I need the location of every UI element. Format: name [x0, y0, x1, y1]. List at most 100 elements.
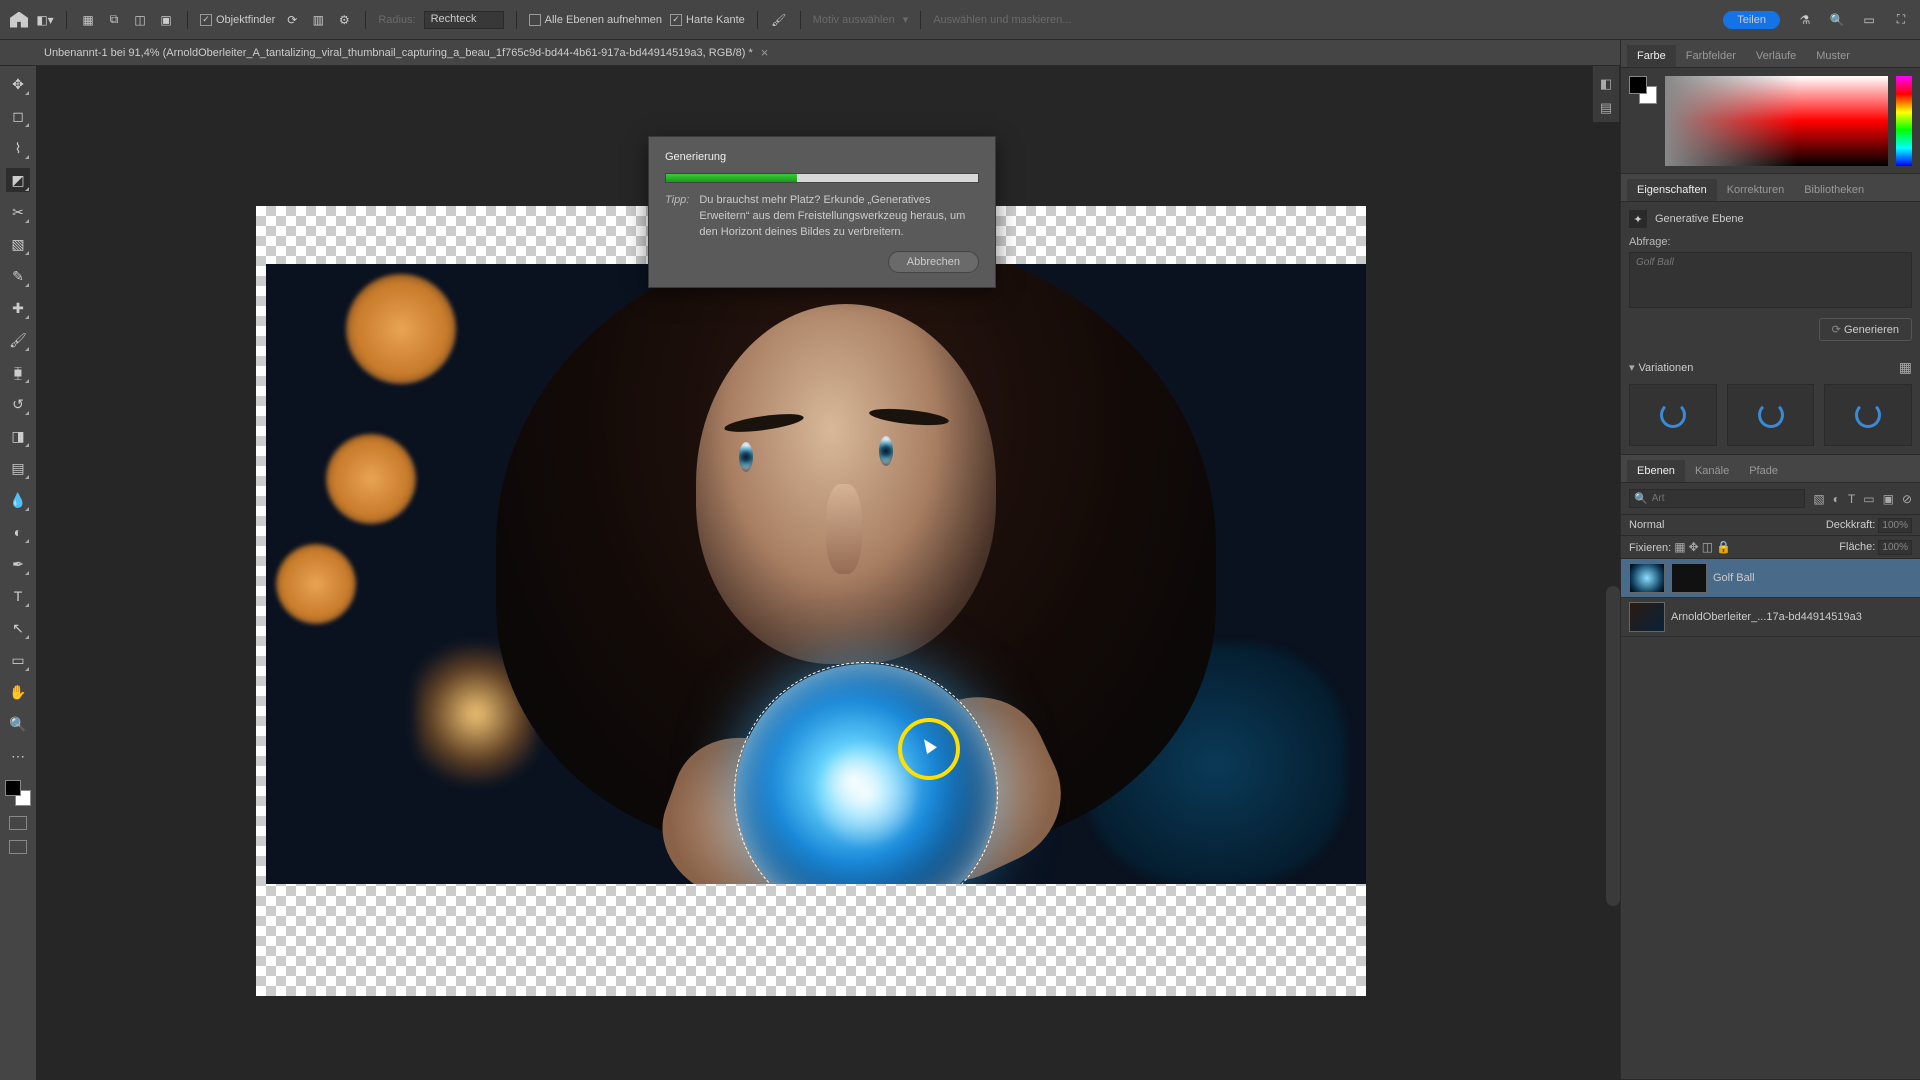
home-icon[interactable] [10, 12, 28, 28]
lock-all-icon[interactable]: 🔒 [1716, 540, 1731, 554]
pen-tool-icon[interactable]: ✒ [6, 552, 30, 576]
harte-kante-toggle[interactable]: Harte Kante [670, 14, 745, 26]
screenmode-icon[interactable]: ⛶ [1892, 11, 1910, 29]
layer-name[interactable]: Golf Ball [1713, 572, 1912, 584]
crop-tool-icon[interactable]: ✂ [6, 200, 30, 224]
type-tool-icon[interactable]: T [6, 584, 30, 608]
prompt-textarea[interactable]: Golf Ball [1629, 252, 1912, 308]
path-select-icon[interactable]: ↖ [6, 616, 30, 640]
screenmode-mini-icon[interactable] [9, 840, 27, 854]
tab-kanaele[interactable]: Kanäle [1685, 460, 1739, 482]
hand-tool-icon[interactable]: ✋ [6, 680, 30, 704]
variation-thumb[interactable] [1629, 384, 1717, 446]
filter-pixel-icon[interactable]: ▧ [1813, 492, 1824, 506]
lasso-tool-icon[interactable]: ⌇ [6, 136, 30, 160]
brush-tool-icon[interactable]: 🖌 [6, 328, 30, 352]
tab-muster[interactable]: Muster [1806, 45, 1860, 67]
sel-add-icon[interactable]: ⧉ [105, 11, 123, 29]
tab-korrekturen[interactable]: Korrekturen [1717, 179, 1794, 201]
cancel-button[interactable]: Abbrechen [888, 251, 979, 273]
tab-verlaeufe[interactable]: Verläufe [1746, 45, 1806, 67]
marquee-tool-icon[interactable]: ◻ [6, 104, 30, 128]
settings-icon[interactable]: ⚙ [335, 11, 353, 29]
search-icon[interactable]: 🔍 [1828, 11, 1846, 29]
shape-tool-icon[interactable]: ▭ [6, 648, 30, 672]
fill-input[interactable]: 100% [1878, 540, 1912, 555]
layer-thumbnail[interactable] [1629, 563, 1665, 593]
stamp-tool-icon[interactable]: ⧯ [6, 360, 30, 384]
bokeh-circle [346, 274, 456, 384]
tab-pfade[interactable]: Pfade [1739, 460, 1788, 482]
filter-toggle-icon[interactable]: ⊘ [1902, 492, 1912, 506]
share-button[interactable]: Teilen [1723, 11, 1780, 29]
color-field[interactable] [1665, 76, 1888, 166]
blur-tool-icon[interactable]: 💧 [6, 488, 30, 512]
history-brush-icon[interactable]: ↺ [6, 392, 30, 416]
layer-thumbnail[interactable] [1629, 602, 1665, 632]
frame-tool-icon[interactable]: ▧ [6, 232, 30, 256]
tab-eigenschaften[interactable]: Eigenschaften [1627, 179, 1717, 201]
layer-filter[interactable]: 🔍 [1629, 489, 1805, 508]
tab-farbe[interactable]: Farbe [1627, 45, 1676, 67]
fg-swatch[interactable] [1629, 76, 1647, 94]
dock-item-icon[interactable]: ▤ [1596, 98, 1616, 118]
filter-smart-icon[interactable]: ▣ [1883, 492, 1894, 506]
lock-position-icon[interactable]: ✥ [1689, 540, 1699, 554]
brush-options-icon[interactable]: 🖌 [770, 11, 788, 29]
workspace-icon[interactable]: ▭ [1860, 11, 1878, 29]
color-panel-tabs: Farbe Farbfelder Verläufe Muster [1621, 40, 1920, 68]
layer-row[interactable]: 👁 Golf Ball [1621, 559, 1920, 598]
search-icon: 🔍 [1634, 492, 1648, 505]
artboard[interactable] [256, 206, 1366, 996]
filter-adjust-icon[interactable]: ◐ [1833, 492, 1840, 506]
filter-shape-icon[interactable]: ▭ [1863, 492, 1874, 506]
layer-row[interactable]: 👁 ArnoldOberleiter_...17a-bd44914519a3 [1621, 598, 1920, 637]
filter-type-icon[interactable]: T [1848, 492, 1855, 506]
edit-toolbar-icon[interactable]: ⋯ [6, 744, 30, 768]
grid-view-icon[interactable]: ▦ [1899, 359, 1912, 376]
tab-bibliotheken[interactable]: Bibliotheken [1794, 179, 1874, 201]
color-swatches[interactable] [5, 780, 31, 806]
alle-ebenen-toggle[interactable]: Alle Ebenen aufnehmen [529, 14, 662, 26]
variation-thumb[interactable] [1727, 384, 1815, 446]
object-select-tool-icon[interactable]: ◩ [6, 168, 30, 192]
layer-mask-thumbnail[interactable] [1671, 563, 1707, 593]
foreground-swatch[interactable] [5, 780, 21, 796]
beaker-icon[interactable]: ⚗ [1796, 11, 1814, 29]
document-tab[interactable]: Unbenannt-1 bei 91,4% (ArnoldOberleiter_… [44, 45, 768, 60]
hue-slider[interactable] [1896, 76, 1912, 166]
layers-panel-tabs: Ebenen Kanäle Pfade [1621, 455, 1920, 483]
sel-new-icon[interactable]: ▦ [79, 11, 97, 29]
move-tool-icon[interactable]: ✥ [6, 72, 30, 96]
progress-bar [665, 173, 979, 183]
fill-label: Fläche: [1839, 541, 1875, 553]
lock-pixels-icon[interactable]: ▦ [1674, 540, 1685, 554]
eraser-tool-icon[interactable]: ◨ [6, 424, 30, 448]
close-icon[interactable]: × [761, 45, 769, 60]
refresh-icon[interactable]: ⟳ [283, 11, 301, 29]
tool-preset-icon[interactable]: ◧▾ [36, 11, 54, 29]
healing-tool-icon[interactable]: ✚ [6, 296, 30, 320]
zoom-tool-icon[interactable]: 🔍 [6, 712, 30, 736]
tab-ebenen[interactable]: Ebenen [1627, 460, 1685, 482]
sel-subtract-icon[interactable]: ◫ [131, 11, 149, 29]
dock-item-icon[interactable]: ◧ [1596, 74, 1616, 94]
sel-intersect-icon[interactable]: ▣ [157, 11, 175, 29]
dodge-tool-icon[interactable]: ◐ [6, 520, 30, 544]
gradient-tool-icon[interactable]: ▤ [6, 456, 30, 480]
objects-icon[interactable]: ▥ [309, 11, 327, 29]
variation-thumb[interactable] [1824, 384, 1912, 446]
generate-button[interactable]: Generieren [1819, 318, 1912, 341]
quickmask-icon[interactable] [9, 816, 27, 830]
eyedropper-tool-icon[interactable]: ✎ [6, 264, 30, 288]
layer-name[interactable]: ArnoldOberleiter_...17a-bd44914519a3 [1671, 611, 1912, 623]
chevron-down-icon[interactable]: ▾ [1629, 362, 1635, 374]
blend-mode[interactable]: Normal [1629, 519, 1664, 531]
layer-filter-input[interactable] [1652, 493, 1702, 504]
vertical-scrollbar[interactable] [1606, 586, 1620, 906]
opacity-input[interactable]: 100% [1878, 518, 1912, 533]
panel-color-swatches[interactable] [1629, 76, 1657, 104]
objektfinder-toggle[interactable]: Objektfinder [200, 14, 275, 26]
lock-artboard-icon[interactable]: ◫ [1702, 540, 1713, 554]
tab-farbfelder[interactable]: Farbfelder [1676, 45, 1746, 67]
